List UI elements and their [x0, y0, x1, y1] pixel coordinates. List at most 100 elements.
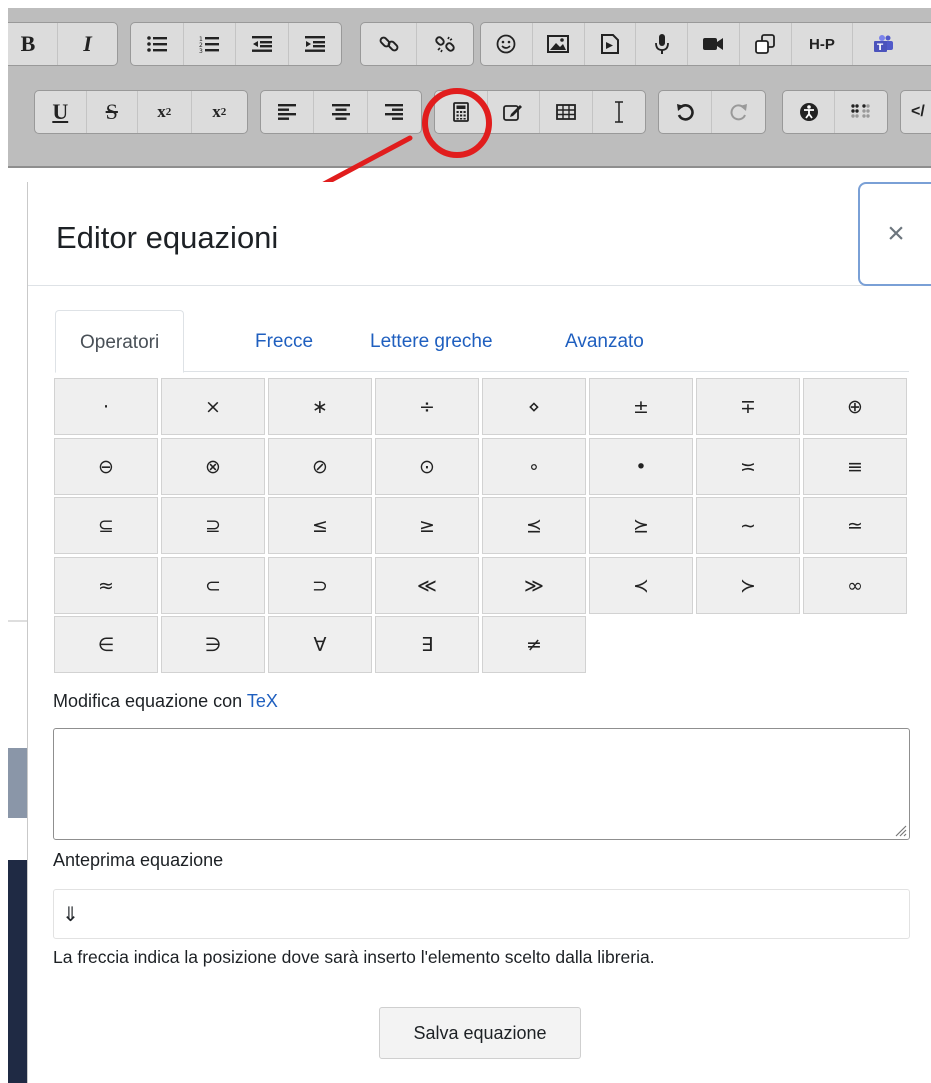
operator-button[interactable]: ∈ [54, 616, 158, 673]
format-basic-group: B I [8, 22, 118, 66]
operator-button[interactable]: ⊂ [161, 557, 265, 614]
close-button[interactable]: × [858, 182, 931, 286]
teams-button[interactable]: T [853, 23, 931, 65]
table-button[interactable] [540, 91, 593, 133]
operator-button[interactable]: ⊗ [161, 438, 265, 495]
indent-button[interactable] [289, 23, 342, 65]
operator-button[interactable]: ≥ [375, 497, 479, 554]
operator-button[interactable]: ∋ [161, 616, 265, 673]
operator-button[interactable]: × [161, 378, 265, 435]
redo-button[interactable] [712, 91, 765, 133]
svg-text:3: 3 [199, 48, 203, 53]
tab-operatori[interactable]: Operatori [55, 310, 185, 373]
operator-button[interactable]: ⪰ [589, 497, 693, 554]
align-right-icon [385, 104, 404, 120]
h5p-button[interactable]: H-P [792, 23, 854, 65]
format-more-group: U S x2 x2 [34, 90, 248, 134]
unlink-icon [435, 36, 455, 53]
operator-button[interactable]: ⋄ [482, 378, 586, 435]
save-equation-button[interactable]: Salva equazione [379, 1007, 581, 1059]
links-group [360, 22, 474, 66]
align-center-button[interactable] [314, 91, 368, 133]
operator-button[interactable]: ≃ [803, 497, 907, 554]
superscript-button[interactable]: x2 [192, 91, 247, 133]
operator-button[interactable]: ∞ [803, 557, 907, 614]
outdent-button[interactable] [236, 23, 289, 65]
operator-button[interactable]: ⊕ [803, 378, 907, 435]
text-cursor-button[interactable] [593, 91, 646, 133]
operator-button[interactable]: ⊃ [268, 557, 372, 614]
operator-button[interactable]: ≻ [696, 557, 800, 614]
operator-button[interactable]: ∼ [696, 497, 800, 554]
align-center-icon [331, 104, 350, 120]
emoji-button[interactable] [481, 23, 533, 65]
tex-link[interactable]: TeX [247, 691, 278, 711]
background-page [8, 168, 28, 728]
operator-button[interactable]: ÷ [375, 378, 479, 435]
tab-frecce[interactable]: Frecce [255, 310, 313, 372]
bold-button[interactable]: B [8, 23, 59, 65]
operator-button[interactable]: ± [589, 378, 693, 435]
operator-button[interactable]: ≪ [375, 557, 479, 614]
operator-button[interactable]: ≍ [696, 438, 800, 495]
italic-button[interactable]: I [58, 23, 117, 65]
accessibility-checker-button[interactable] [783, 91, 836, 133]
operator-button[interactable]: · [54, 378, 158, 435]
operator-button[interactable]: ≺ [589, 557, 693, 614]
unordered-list-button[interactable] [131, 23, 184, 65]
underline-button[interactable]: U [35, 91, 87, 133]
tex-label: Modifica equazione con TeX [53, 691, 278, 712]
operator-button[interactable]: ∓ [696, 378, 800, 435]
record-video-button[interactable] [688, 23, 740, 65]
operator-button[interactable]: ⊙ [375, 438, 479, 495]
help-text: La freccia indica la posizione dove sarà… [53, 947, 655, 967]
strikethrough-button[interactable]: S [87, 91, 139, 133]
operator-button[interactable]: ∃ [375, 616, 479, 673]
operator-button[interactable]: ≤ [268, 497, 372, 554]
edit-button[interactable] [488, 91, 540, 133]
unlink-button[interactable] [417, 23, 473, 65]
image-button[interactable] [533, 23, 585, 65]
operator-button[interactable]: ⊆ [54, 497, 158, 554]
record-audio-button[interactable] [636, 23, 689, 65]
ordered-list-button[interactable]: 123 [184, 23, 236, 65]
operator-button[interactable]: ⪯ [482, 497, 586, 554]
align-left-button[interactable] [261, 91, 315, 133]
operator-button[interactable]: ≠ [482, 616, 586, 673]
subscript-button[interactable]: x2 [138, 91, 192, 133]
tab-lettere-greche[interactable]: Lettere greche [370, 310, 493, 372]
link-button[interactable] [361, 23, 418, 65]
braille-icon [851, 104, 870, 118]
preview-label: Anteprima equazione [53, 850, 224, 870]
resize-handle[interactable] [893, 823, 907, 837]
operator-button[interactable]: ∘ [482, 438, 586, 495]
tex-input[interactable] [53, 728, 910, 840]
background-footer [8, 860, 28, 1083]
outdent-icon [251, 36, 272, 52]
operator-button[interactable]: ≫ [482, 557, 586, 614]
operator-button[interactable]: ⊘ [268, 438, 372, 495]
operator-button[interactable]: • [589, 438, 693, 495]
video-camera-icon [703, 38, 724, 50]
operator-button[interactable]: ⊇ [161, 497, 265, 554]
copy-button[interactable] [740, 23, 792, 65]
html-group: </ [900, 90, 931, 134]
media-button[interactable] [585, 23, 637, 65]
tex-label-text: Modifica equazione con [53, 691, 247, 711]
svg-text:T: T [877, 43, 884, 53]
tab-avanzato[interactable]: Avanzato [565, 310, 644, 372]
align-right-button[interactable] [368, 91, 421, 133]
operator-button[interactable]: ⊖ [54, 438, 158, 495]
operator-button[interactable]: ∗ [268, 378, 372, 435]
align-group [260, 90, 422, 134]
html-button[interactable]: </ [901, 91, 931, 133]
operator-button[interactable]: ∀ [268, 616, 372, 673]
highlight-circle [422, 88, 492, 158]
background-button [8, 748, 28, 818]
operator-button[interactable]: ≈ [54, 557, 158, 614]
screenreader-helper-button[interactable] [835, 91, 887, 133]
superscript-base: x [212, 102, 221, 121]
undo-button[interactable] [659, 91, 713, 133]
list-bullet-icon [146, 36, 167, 52]
operator-button[interactable]: ≡ [803, 438, 907, 495]
